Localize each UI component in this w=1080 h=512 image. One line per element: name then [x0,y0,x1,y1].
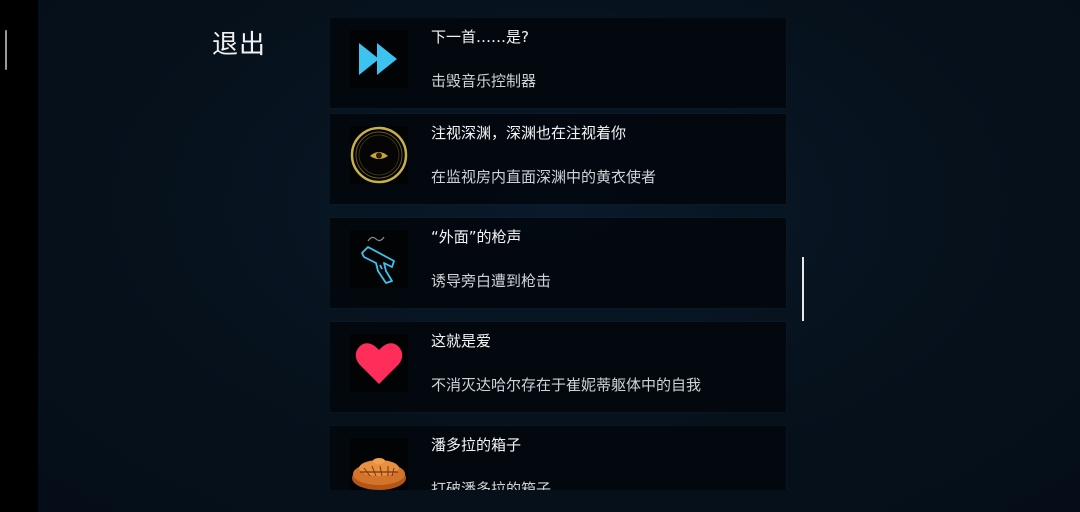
achievement-title: 潘多拉的箱子 [431,436,522,454]
achievement-description: 击毁音乐控制器 [431,72,537,90]
heart-icon [350,334,408,392]
achievement-title: “外面”的枪声 [431,228,522,246]
achievement-list[interactable]: 下一首……是? 击毁音乐控制器 注视深渊，深渊也在注视着你 在监视房内直面深渊中… [330,18,788,490]
achievement-description: 在监视房内直面深渊中的黄衣使者 [431,168,657,186]
achievement-card[interactable]: 注视深渊，深渊也在注视着你 在监视房内直面深渊中的黄衣使者 [330,114,786,204]
achievement-card[interactable]: 这就是爱 不消灭达哈尔存在于崔妮蒂躯体中的自我 [330,322,786,412]
pandora-box-icon [350,438,408,490]
achievement-title: 注视深渊，深渊也在注视着你 [431,124,627,142]
achievement-description: 不消灭达哈尔存在于崔妮蒂躯体中的自我 [431,376,702,394]
scrollbar-thumb[interactable] [802,257,804,321]
pistol-icon [350,230,408,288]
eye-icon [350,126,408,184]
achievement-title: 这就是爱 [431,332,492,350]
achievements-screen: 退出 下一首……是? 击毁音乐控制器 注视深渊，深渊也在注视着你 在监视房内直面… [38,0,1080,512]
achievement-card[interactable]: “外面”的枪声 诱导旁白遭到枪击 [330,218,786,308]
left-edge-indicator [5,30,7,70]
left-edge-bar [0,0,38,512]
exit-button[interactable]: 退出 [212,24,266,61]
achievement-card[interactable]: 潘多拉的箱子 打破潘多拉的箱子 [330,426,786,490]
fast-forward-icon [350,30,408,88]
achievement-title: 下一首……是? [431,28,529,46]
achievement-description: 诱导旁白遭到枪击 [431,272,552,290]
achievement-description: 打破潘多拉的箱子 [431,480,552,490]
achievement-card[interactable]: 下一首……是? 击毁音乐控制器 [330,18,786,108]
